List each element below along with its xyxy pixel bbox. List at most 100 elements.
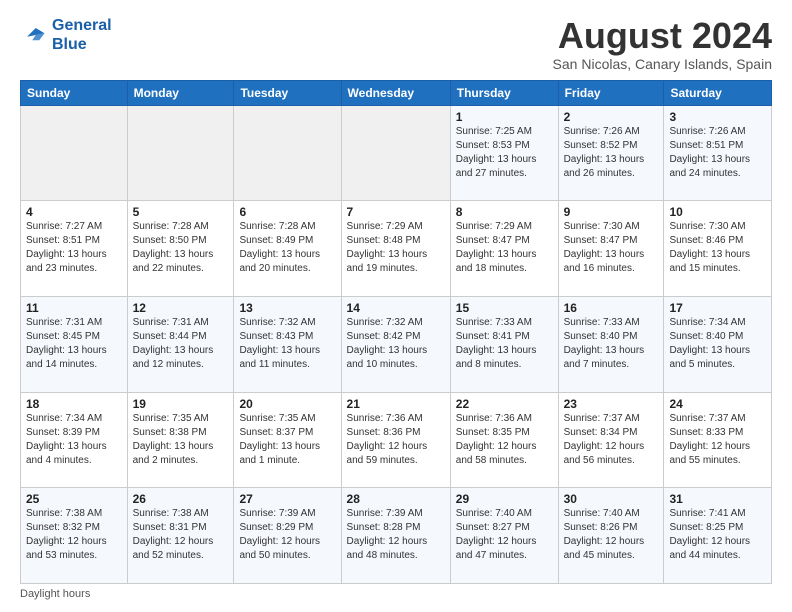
day-info: Sunrise: 7:32 AM Sunset: 8:42 PM Dayligh… [347, 316, 445, 372]
day-info: Sunrise: 7:30 AM Sunset: 8:47 PM Dayligh… [564, 220, 659, 276]
day-info: Sunrise: 7:38 AM Sunset: 8:31 PM Dayligh… [133, 507, 229, 563]
calendar-cell: 9Sunrise: 7:30 AM Sunset: 8:47 PM Daylig… [558, 201, 664, 297]
day-number: 23 [564, 397, 659, 411]
day-number: 15 [456, 301, 553, 315]
calendar-cell: 22Sunrise: 7:36 AM Sunset: 8:35 PM Dayli… [450, 392, 558, 488]
day-number: 24 [669, 397, 766, 411]
day-info: Sunrise: 7:39 AM Sunset: 8:28 PM Dayligh… [347, 507, 445, 563]
day-number: 17 [669, 301, 766, 315]
day-info: Sunrise: 7:28 AM Sunset: 8:49 PM Dayligh… [239, 220, 335, 276]
day-number: 16 [564, 301, 659, 315]
day-number: 10 [669, 205, 766, 219]
weekday-header-tuesday: Tuesday [234, 80, 341, 105]
weekday-header-thursday: Thursday [450, 80, 558, 105]
calendar-cell: 4Sunrise: 7:27 AM Sunset: 8:51 PM Daylig… [21, 201, 128, 297]
footer-note: Daylight hours [20, 588, 772, 600]
calendar-cell: 1Sunrise: 7:25 AM Sunset: 8:53 PM Daylig… [450, 105, 558, 201]
day-info: Sunrise: 7:36 AM Sunset: 8:36 PM Dayligh… [347, 412, 445, 468]
day-number: 18 [26, 397, 122, 411]
day-info: Sunrise: 7:27 AM Sunset: 8:51 PM Dayligh… [26, 220, 122, 276]
calendar-cell [341, 105, 450, 201]
calendar-cell: 30Sunrise: 7:40 AM Sunset: 8:26 PM Dayli… [558, 488, 664, 584]
title-block: August 2024 San Nicolas, Canary Islands,… [553, 16, 772, 72]
calendar-cell [234, 105, 341, 201]
day-info: Sunrise: 7:29 AM Sunset: 8:48 PM Dayligh… [347, 220, 445, 276]
weekday-header-sunday: Sunday [21, 80, 128, 105]
day-info: Sunrise: 7:37 AM Sunset: 8:33 PM Dayligh… [669, 412, 766, 468]
day-number: 5 [133, 205, 229, 219]
calendar-cell: 2Sunrise: 7:26 AM Sunset: 8:52 PM Daylig… [558, 105, 664, 201]
day-info: Sunrise: 7:34 AM Sunset: 8:40 PM Dayligh… [669, 316, 766, 372]
day-number: 26 [133, 492, 229, 506]
calendar-table: SundayMondayTuesdayWednesdayThursdayFrid… [20, 80, 772, 584]
calendar-cell: 8Sunrise: 7:29 AM Sunset: 8:47 PM Daylig… [450, 201, 558, 297]
day-info: Sunrise: 7:25 AM Sunset: 8:53 PM Dayligh… [456, 125, 553, 181]
day-info: Sunrise: 7:34 AM Sunset: 8:39 PM Dayligh… [26, 412, 122, 468]
calendar-cell: 17Sunrise: 7:34 AM Sunset: 8:40 PM Dayli… [664, 296, 772, 392]
day-info: Sunrise: 7:33 AM Sunset: 8:41 PM Dayligh… [456, 316, 553, 372]
day-info: Sunrise: 7:29 AM Sunset: 8:47 PM Dayligh… [456, 220, 553, 276]
calendar-cell: 27Sunrise: 7:39 AM Sunset: 8:29 PM Dayli… [234, 488, 341, 584]
calendar-cell: 12Sunrise: 7:31 AM Sunset: 8:44 PM Dayli… [127, 296, 234, 392]
calendar-cell: 5Sunrise: 7:28 AM Sunset: 8:50 PM Daylig… [127, 201, 234, 297]
day-number: 20 [239, 397, 335, 411]
day-info: Sunrise: 7:40 AM Sunset: 8:27 PM Dayligh… [456, 507, 553, 563]
day-number: 25 [26, 492, 122, 506]
calendar-cell: 16Sunrise: 7:33 AM Sunset: 8:40 PM Dayli… [558, 296, 664, 392]
day-info: Sunrise: 7:31 AM Sunset: 8:44 PM Dayligh… [133, 316, 229, 372]
calendar-cell: 25Sunrise: 7:38 AM Sunset: 8:32 PM Dayli… [21, 488, 128, 584]
week-row-3: 11Sunrise: 7:31 AM Sunset: 8:45 PM Dayli… [21, 296, 772, 392]
day-number: 31 [669, 492, 766, 506]
calendar-cell: 10Sunrise: 7:30 AM Sunset: 8:46 PM Dayli… [664, 201, 772, 297]
calendar-cell: 3Sunrise: 7:26 AM Sunset: 8:51 PM Daylig… [664, 105, 772, 201]
day-info: Sunrise: 7:33 AM Sunset: 8:40 PM Dayligh… [564, 316, 659, 372]
calendar-cell: 29Sunrise: 7:40 AM Sunset: 8:27 PM Dayli… [450, 488, 558, 584]
day-info: Sunrise: 7:31 AM Sunset: 8:45 PM Dayligh… [26, 316, 122, 372]
weekday-header-row: SundayMondayTuesdayWednesdayThursdayFrid… [21, 80, 772, 105]
calendar-cell: 19Sunrise: 7:35 AM Sunset: 8:38 PM Dayli… [127, 392, 234, 488]
calendar-cell: 13Sunrise: 7:32 AM Sunset: 8:43 PM Dayli… [234, 296, 341, 392]
day-info: Sunrise: 7:38 AM Sunset: 8:32 PM Dayligh… [26, 507, 122, 563]
day-number: 9 [564, 205, 659, 219]
day-number: 8 [456, 205, 553, 219]
day-number: 14 [347, 301, 445, 315]
day-number: 22 [456, 397, 553, 411]
day-info: Sunrise: 7:36 AM Sunset: 8:35 PM Dayligh… [456, 412, 553, 468]
day-number: 1 [456, 110, 553, 124]
weekday-header-saturday: Saturday [664, 80, 772, 105]
calendar-cell: 23Sunrise: 7:37 AM Sunset: 8:34 PM Dayli… [558, 392, 664, 488]
day-info: Sunrise: 7:39 AM Sunset: 8:29 PM Dayligh… [239, 507, 335, 563]
calendar-cell [127, 105, 234, 201]
logo-text: General Blue [52, 16, 112, 54]
page: General Blue August 2024 San Nicolas, Ca… [0, 0, 792, 612]
main-title: August 2024 [553, 16, 772, 56]
day-info: Sunrise: 7:30 AM Sunset: 8:46 PM Dayligh… [669, 220, 766, 276]
day-number: 29 [456, 492, 553, 506]
weekday-header-wednesday: Wednesday [341, 80, 450, 105]
day-number: 12 [133, 301, 229, 315]
day-info: Sunrise: 7:40 AM Sunset: 8:26 PM Dayligh… [564, 507, 659, 563]
logo: General Blue [20, 16, 112, 54]
calendar-cell: 14Sunrise: 7:32 AM Sunset: 8:42 PM Dayli… [341, 296, 450, 392]
calendar-cell: 18Sunrise: 7:34 AM Sunset: 8:39 PM Dayli… [21, 392, 128, 488]
weekday-header-friday: Friday [558, 80, 664, 105]
calendar-cell: 6Sunrise: 7:28 AM Sunset: 8:49 PM Daylig… [234, 201, 341, 297]
day-number: 27 [239, 492, 335, 506]
day-number: 6 [239, 205, 335, 219]
calendar-cell: 31Sunrise: 7:41 AM Sunset: 8:25 PM Dayli… [664, 488, 772, 584]
weekday-header-monday: Monday [127, 80, 234, 105]
day-number: 4 [26, 205, 122, 219]
week-row-4: 18Sunrise: 7:34 AM Sunset: 8:39 PM Dayli… [21, 392, 772, 488]
day-number: 21 [347, 397, 445, 411]
day-number: 28 [347, 492, 445, 506]
subtitle: San Nicolas, Canary Islands, Spain [553, 56, 772, 72]
week-row-5: 25Sunrise: 7:38 AM Sunset: 8:32 PM Dayli… [21, 488, 772, 584]
calendar-cell: 7Sunrise: 7:29 AM Sunset: 8:48 PM Daylig… [341, 201, 450, 297]
calendar-cell: 11Sunrise: 7:31 AM Sunset: 8:45 PM Dayli… [21, 296, 128, 392]
week-row-1: 1Sunrise: 7:25 AM Sunset: 8:53 PM Daylig… [21, 105, 772, 201]
calendar-cell: 20Sunrise: 7:35 AM Sunset: 8:37 PM Dayli… [234, 392, 341, 488]
calendar-cell [21, 105, 128, 201]
day-number: 3 [669, 110, 766, 124]
day-number: 2 [564, 110, 659, 124]
week-row-2: 4Sunrise: 7:27 AM Sunset: 8:51 PM Daylig… [21, 201, 772, 297]
